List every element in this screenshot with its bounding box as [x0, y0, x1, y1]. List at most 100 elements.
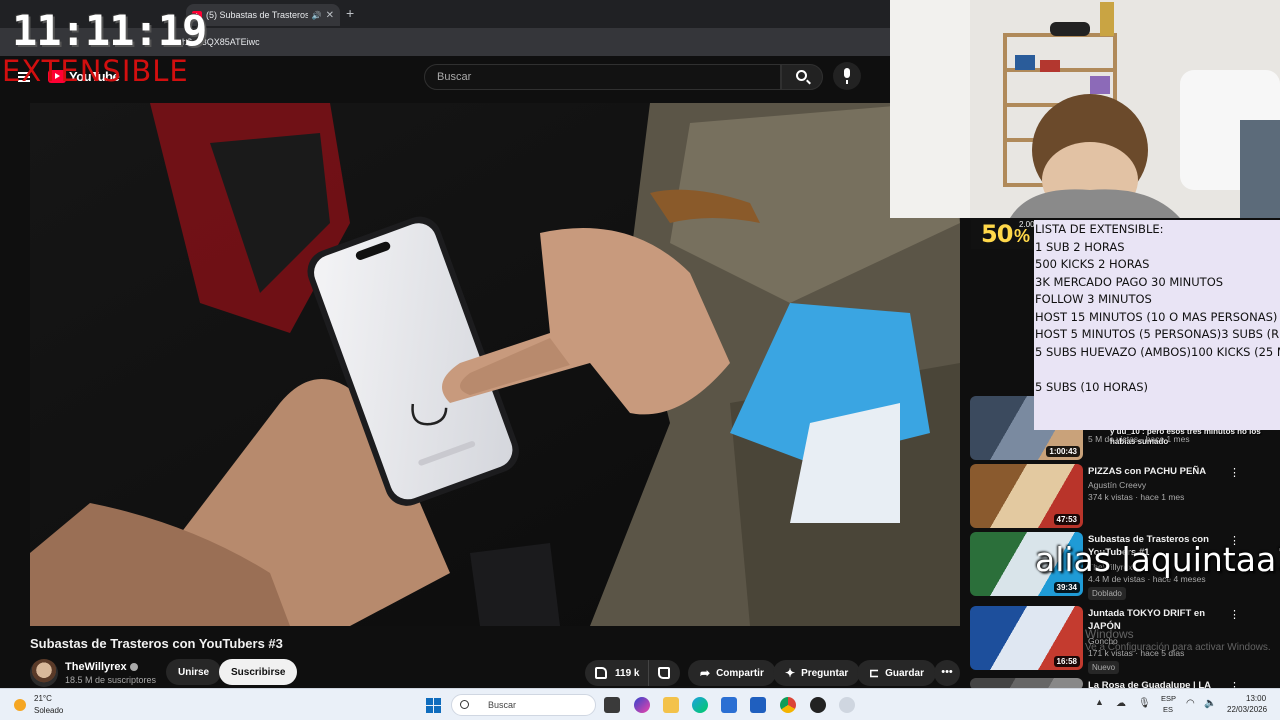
keyboard-region[interactable]: ES [1163, 705, 1173, 714]
verified-icon [129, 663, 138, 672]
speaker-icon[interactable]: 🔊 [312, 11, 322, 20]
thumbs-down-icon [658, 667, 670, 679]
search-input[interactable]: Buscar [424, 64, 781, 90]
extensible-list-line: 5 SUBS HUEVAZO (AMBOS)100 KICKS (25 M [1035, 344, 1280, 359]
chrome-icon[interactable] [780, 697, 796, 713]
extensible-list-line: 1 SUB 2 HORAS [1035, 239, 1125, 254]
activate-windows-subtitle: Ve a Configuración para activar Windows. [1085, 642, 1271, 653]
join-button[interactable]: Unirse [166, 659, 222, 685]
start-button[interactable] [426, 698, 441, 713]
extensible-list-line: 500 KICKS 2 HORAS [1035, 257, 1150, 271]
recommendation-thumbnail[interactable]: 16:58 [970, 606, 1083, 670]
weather-temperature[interactable]: 21°C [34, 694, 52, 703]
outlook-icon[interactable] [750, 697, 766, 713]
channel-avatar[interactable] [30, 659, 58, 687]
new-tab-icon[interactable]: + [346, 5, 354, 21]
taskbar-time[interactable]: 13:00 [1246, 694, 1266, 703]
like-button[interactable]: 119 k [585, 660, 647, 686]
tray-chevron-icon[interactable]: ▲ [1095, 697, 1104, 707]
windows-taskbar: 21°C Soleado Buscar ▲ ☁ 🎙 ESP ES ◠ 🔈 13:… [0, 688, 1280, 720]
search-button[interactable] [781, 64, 823, 90]
recommendation-meta: 5 M de vistas · hace 1 mes [1088, 434, 1190, 444]
percent-sign: % [1014, 226, 1031, 246]
tab-title: (5) Subastas de Trasteros con YouTubers … [206, 10, 308, 20]
microphone-tray-icon[interactable]: 🎙 [1138, 698, 1151, 709]
more-actions-icon[interactable]: ••• [934, 660, 960, 686]
stream-clock-overlay: 11:11:19 [12, 6, 207, 55]
ask-label: Preguntar [801, 667, 849, 679]
alias-overlay-text: alias laquintaa1 [1035, 540, 1280, 579]
subscribe-button[interactable]: Suscribirse [219, 659, 298, 685]
windows-logo-icon [434, 706, 441, 713]
recommendation-channel: Agustín Creevy [1088, 480, 1147, 490]
store-icon[interactable] [721, 697, 737, 713]
sun-icon[interactable] [14, 699, 26, 711]
more-options-icon[interactable]: ⋮ [1229, 466, 1240, 479]
recommendation-thumbnail[interactable]: 47:53 [970, 464, 1083, 528]
weather-description[interactable]: Soleado [34, 706, 63, 715]
like-dislike-group: 119 k [585, 660, 680, 686]
percent-badge: 50 % 2.00 [971, 220, 1035, 249]
share-icon: ➦ [700, 666, 711, 680]
save-label: Guardar [885, 667, 924, 679]
microphone-icon [844, 68, 850, 84]
volume-icon[interactable]: 🔈 [1204, 698, 1216, 709]
voice-search-button[interactable] [833, 62, 861, 90]
task-view-icon[interactable] [604, 697, 620, 713]
sparkle-icon: ✦ [785, 666, 796, 680]
extensible-list-line: LISTA DE EXTENSIBLE: [1035, 222, 1164, 236]
video-duration: 47:53 [1053, 514, 1080, 525]
recommendation-badge: Nuevo [1088, 661, 1120, 674]
cloud-icon[interactable]: ☁ [1116, 698, 1126, 709]
windows-logo-icon [426, 706, 433, 713]
extensible-overlay-text: EXTENSIBLE [2, 54, 189, 88]
recommendation-item[interactable]: 47:53 PIZZAS con PACHU PEÑA Agustín Creevy… [970, 464, 1270, 528]
ask-button[interactable]: ✦ Preguntar [773, 660, 861, 686]
windows-logo-icon [434, 698, 441, 705]
channel-name: TheWillyrex [65, 661, 127, 673]
recommendation-title: PIZZAS con PACHU PEÑA [1088, 466, 1207, 477]
video-duration: 16:58 [1053, 656, 1080, 667]
recommendation-meta: 374 k vistas · hace 1 mes [1088, 492, 1185, 502]
close-tab-icon[interactable]: ✕ [326, 10, 334, 21]
search-icon [796, 70, 807, 81]
copilot-icon[interactable] [634, 697, 650, 713]
save-button[interactable]: ⊏ Guardar [857, 660, 936, 686]
browser-tab[interactable]: (5) Subastas de Trasteros con YouTubers … [186, 4, 340, 26]
more-options-icon[interactable]: ⋮ [1229, 608, 1240, 621]
percent-value: 50 [981, 220, 1013, 248]
extensible-list-line: 5 SUBS (10 HORAS) [1035, 379, 1148, 394]
video-duration: 39:34 [1053, 582, 1080, 593]
file-explorer-icon[interactable] [663, 697, 679, 713]
subscriber-count: 18.5 M de suscriptores [65, 675, 157, 685]
bookmark-icon: ⊏ [869, 666, 880, 680]
share-label: Compartir [716, 667, 764, 679]
webcam-overlay [890, 0, 1280, 218]
extensible-list-panel: LISTA DE EXTENSIBLE: 1 SUB 2 HORAS 500 KIC… [1034, 220, 1280, 430]
edge-icon[interactable] [692, 697, 708, 713]
windows-logo-icon [426, 698, 433, 705]
search-icon [460, 700, 469, 709]
video-player[interactable] [30, 103, 960, 626]
extensible-list-line: 3K MERCADO PAGO 30 MINUTOS [1035, 274, 1224, 289]
extensible-list-line: FOLLOW 3 MINUTOS [1035, 292, 1152, 306]
keyboard-layout[interactable]: ESP [1161, 694, 1176, 703]
channel-name-link[interactable]: TheWillyrex [65, 661, 138, 673]
dislike-button[interactable] [648, 660, 680, 686]
taskbar-search-box[interactable]: Buscar [451, 694, 596, 716]
extensible-list-line: HOST 5 MINUTOS (5 PERSONAS)3 SUBS (R [1035, 327, 1280, 341]
webcam-frame [890, 0, 1280, 218]
clock-app-icon[interactable] [839, 697, 855, 713]
taskbar-date[interactable]: 22/03/2026 [1227, 705, 1267, 714]
like-count: 119 k [615, 667, 640, 679]
recommendation-badge: Doblado [1088, 587, 1126, 600]
extensible-list-line: HOST 15 MINUTOS (10 O MAS PERSONAS) [1035, 309, 1278, 324]
obs-icon[interactable] [810, 697, 826, 713]
video-title: Subastas de Trasteros con YouTubers #3 [30, 636, 283, 651]
wifi-icon[interactable]: ◠ [1186, 698, 1195, 709]
activate-windows-title: Windows [1085, 627, 1134, 641]
percent-mini: 2.00 [1019, 220, 1035, 229]
share-button[interactable]: ➦ Compartir [688, 660, 776, 686]
video-duration: 1:00:43 [1046, 446, 1080, 457]
taskbar-search-label: Buscar [488, 700, 517, 710]
